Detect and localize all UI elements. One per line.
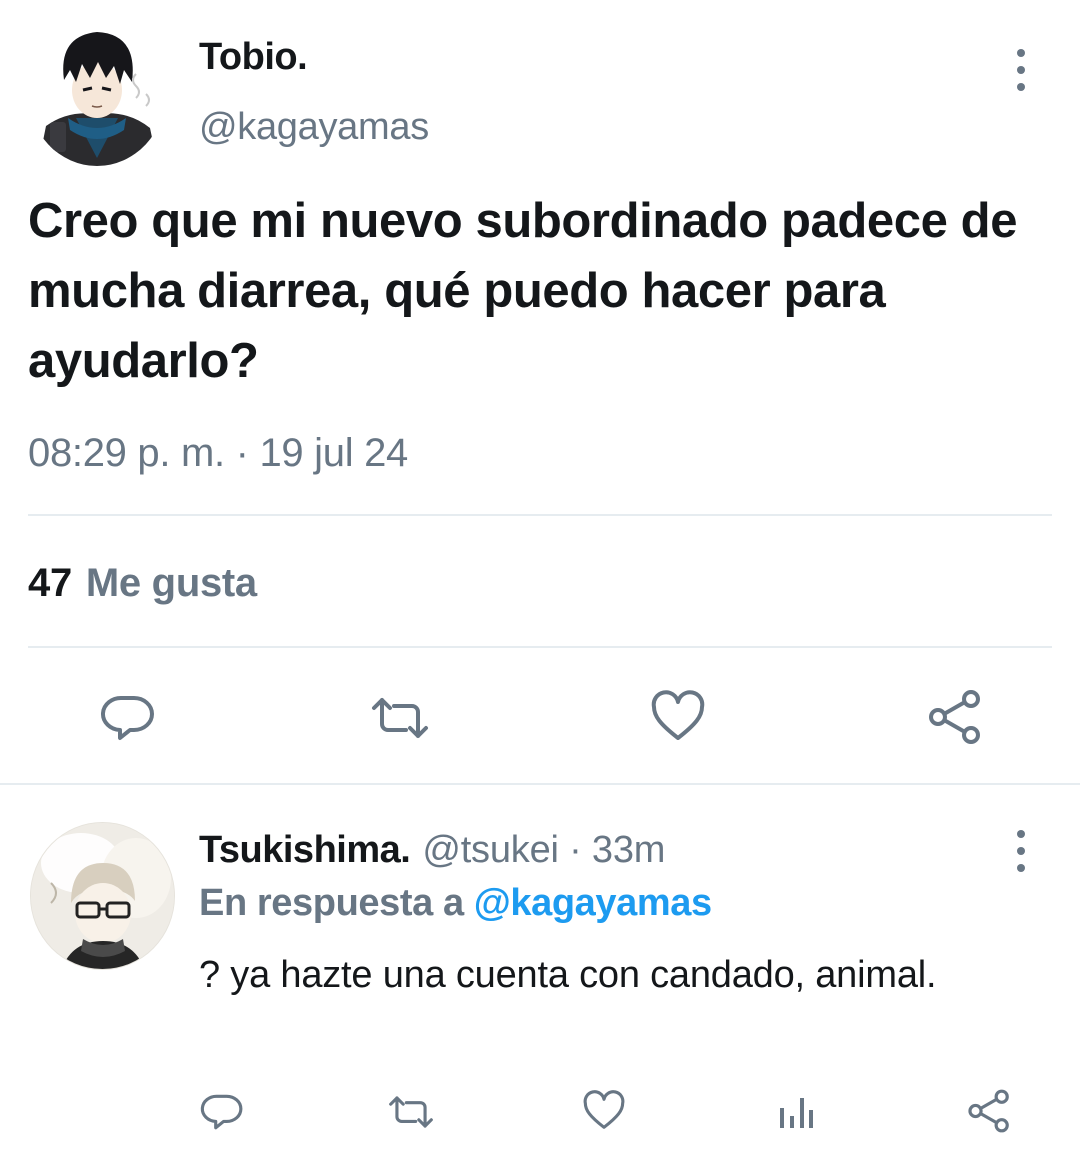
reply-avatar[interactable] bbox=[30, 822, 175, 970]
reply-author-line: Tsukishima. @tsukei · 33m bbox=[199, 829, 665, 872]
like-icon[interactable] bbox=[650, 690, 706, 744]
divider bbox=[28, 514, 1052, 516]
more-options-icon[interactable] bbox=[1016, 49, 1026, 91]
divider bbox=[28, 646, 1052, 648]
more-options-icon[interactable] bbox=[1016, 830, 1026, 872]
in-reply-prefix: En respuesta a bbox=[199, 882, 464, 924]
avatar-illustration bbox=[28, 18, 166, 166]
reply-text: ? ya hazte una cuenta con candado, anima… bbox=[199, 954, 937, 996]
reply-author-name[interactable]: Tsukishima. bbox=[199, 829, 411, 871]
in-reply-handle-link[interactable]: @kagayamas bbox=[474, 882, 712, 924]
retweet-icon[interactable] bbox=[368, 694, 432, 742]
avatar[interactable] bbox=[28, 18, 166, 166]
reply-icon[interactable] bbox=[200, 1090, 244, 1134]
share-icon[interactable] bbox=[966, 1088, 1012, 1134]
tweet-timestamp[interactable]: 08:29 p. m. · 19 jul 24 bbox=[28, 431, 408, 476]
share-icon[interactable] bbox=[926, 688, 984, 746]
avatar-illustration bbox=[31, 823, 174, 969]
retweet-icon[interactable] bbox=[386, 1093, 436, 1131]
tweet-text: Creo que mi nuevo subordinado padece de … bbox=[28, 194, 1018, 388]
likes-count: 47 bbox=[28, 561, 72, 605]
analytics-icon[interactable] bbox=[778, 1092, 814, 1130]
reply-meta: @tsukei · 33m bbox=[422, 829, 666, 871]
author-name[interactable]: Tobio. bbox=[199, 36, 308, 79]
likes-label: Me gusta bbox=[85, 561, 257, 605]
reply-icon[interactable] bbox=[100, 690, 156, 746]
author-handle[interactable]: @kagayamas bbox=[199, 106, 429, 149]
in-reply-to: En respuesta a @kagayamas bbox=[199, 882, 712, 925]
divider bbox=[0, 783, 1080, 785]
like-icon[interactable] bbox=[582, 1090, 626, 1132]
likes-summary[interactable]: 47 Me gusta bbox=[28, 561, 257, 606]
